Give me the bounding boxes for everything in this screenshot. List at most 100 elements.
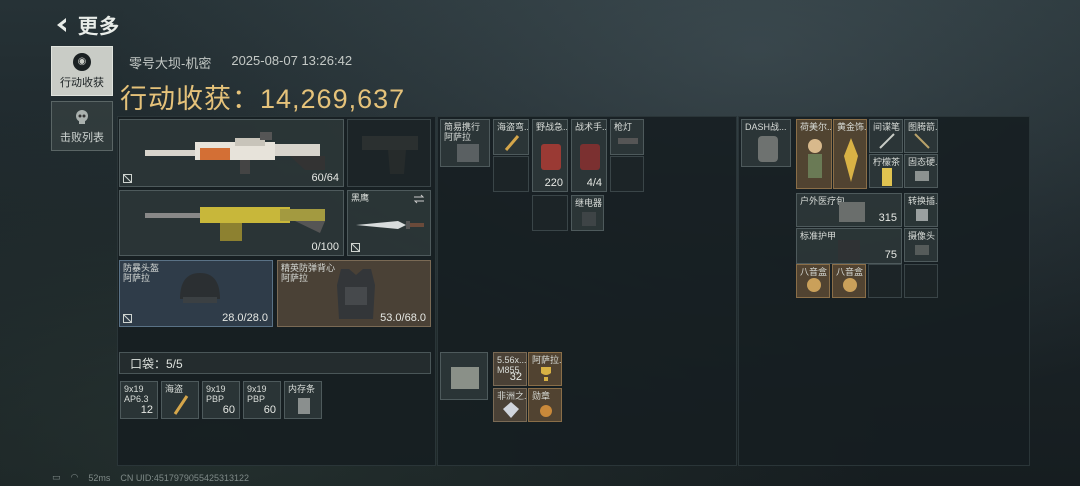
bp-item-5[interactable]: 柠檬茶 xyxy=(869,154,903,188)
swap-icon[interactable] xyxy=(413,194,425,204)
bp-item-10[interactable]: 摄像头 xyxy=(904,228,938,262)
belt-item-2[interactable]: 阿萨拉... xyxy=(528,352,562,386)
lock-corner-icon xyxy=(123,314,132,323)
backpack-slot[interactable]: DASH战... xyxy=(741,119,791,167)
rig-empty-3[interactable] xyxy=(532,195,568,231)
item-name: 5.56x... xyxy=(497,355,527,365)
bp-empty-2[interactable] xyxy=(904,264,938,298)
harvest-total: 行动收获：14,269,637 xyxy=(120,77,405,116)
page-title: 更多 xyxy=(78,16,120,38)
gold-ornament-icon xyxy=(844,138,858,182)
bp-item-3[interactable]: 间谍笔 xyxy=(869,119,903,153)
relay-icon xyxy=(582,212,596,226)
melee-slot[interactable]: 黑鹰 xyxy=(347,190,431,256)
pistol-icon xyxy=(362,136,418,174)
rig-item-5[interactable]: 继电器 xyxy=(571,195,604,231)
music-box-icon xyxy=(807,278,821,292)
chest-rig-slot[interactable]: 简易携行 阿萨拉 xyxy=(440,119,490,167)
item-count: 12 xyxy=(140,404,153,416)
item-name: 阿萨拉... xyxy=(532,355,562,365)
medal-icon xyxy=(540,405,552,417)
rig-item-2[interactable]: 野战急... 220 xyxy=(532,119,568,192)
rig-empty-1[interactable] xyxy=(493,156,529,192)
pistol-slot[interactable] xyxy=(347,119,431,187)
knife-icon xyxy=(356,221,424,229)
pocket-item-5[interactable]: 内存条 xyxy=(284,381,322,419)
rig-sub: 阿萨拉 xyxy=(444,132,472,142)
belt-item-3[interactable]: 非洲之... xyxy=(493,388,527,422)
item-name: 转换插... xyxy=(908,196,938,206)
pocket-item-3[interactable]: 9x19 PBP 60 xyxy=(202,381,240,419)
music-box-icon xyxy=(843,278,857,292)
rig-item-1[interactable]: 海盗弯... xyxy=(493,119,529,155)
item-name: 9x19 xyxy=(206,384,226,394)
item-name: 海盗 xyxy=(165,384,184,394)
ping-text: 52ms xyxy=(88,472,111,483)
blade-icon xyxy=(504,135,520,151)
bp-item-2[interactable]: 黄金饰... xyxy=(833,119,867,189)
helmet-icon xyxy=(180,273,220,303)
primary-weapon-slot-2[interactable]: 0/100 xyxy=(119,190,344,256)
match-meta: 零号大坝-机密 2025-08-07 13:26:42 xyxy=(129,53,352,72)
rig-icon xyxy=(457,144,479,162)
bp-item-11[interactable]: 八音盒 xyxy=(796,264,830,298)
diamond-icon xyxy=(503,402,519,418)
rig-item-4[interactable]: 枪灯 xyxy=(610,119,644,155)
secure-case-slot[interactable] xyxy=(440,352,488,400)
item-name: 战术手... xyxy=(575,122,607,132)
vest-slot[interactable]: 精英防弹背心 阿萨拉 53.0/68.0 xyxy=(277,260,431,327)
ammo-count: 60/64 xyxy=(311,172,339,184)
pocket-item-1[interactable]: 9x19 AP6.3 12 xyxy=(120,381,158,419)
bp-item-1[interactable]: 荷美尔... xyxy=(796,119,832,189)
back-arrow-icon[interactable] xyxy=(52,15,72,35)
kit-icon xyxy=(580,144,600,170)
primary-weapon-slot-1[interactable]: 60/64 xyxy=(119,119,344,187)
bp-empty-1[interactable] xyxy=(868,264,902,298)
pocket-item-2[interactable]: 海盗 xyxy=(161,381,199,419)
helmet-slot[interactable]: 防暴头盔 阿萨拉 28.0/28.0 xyxy=(119,260,273,327)
item-name: 标准护甲 xyxy=(800,231,837,241)
bp-item-7[interactable]: 户外医疗包 315 xyxy=(796,193,902,227)
rig-empty-2[interactable] xyxy=(610,156,644,192)
belt-item-4[interactable]: 勋章 xyxy=(528,388,562,422)
item-name: 野战急... xyxy=(536,122,568,132)
figurine-icon xyxy=(808,139,822,178)
tab-action-harvest[interactable]: ◉ 行动收获 xyxy=(51,46,113,96)
rig-item-3[interactable]: 战术手... 4/4 xyxy=(571,119,607,192)
item-name: 9x19 xyxy=(247,384,267,394)
can-icon xyxy=(882,168,892,186)
item-count: 220 xyxy=(544,177,563,189)
item-name: 继电器 xyxy=(575,198,603,208)
belt-item-1[interactable]: 5.56x... M855 32 xyxy=(493,352,527,386)
backpack-name: DASH战... xyxy=(745,122,787,132)
item-count: 60 xyxy=(263,404,276,416)
bp-item-8[interactable]: 转换插... xyxy=(904,193,938,227)
flashlight-icon xyxy=(618,138,638,144)
bp-item-12[interactable]: 八音盒 xyxy=(832,264,866,298)
item-count: 32 xyxy=(509,371,522,383)
item-count: 75 xyxy=(884,249,897,261)
bp-item-6[interactable]: 固态硬... xyxy=(904,154,938,188)
tab-kill-list[interactable]: 击败列表 xyxy=(51,101,113,151)
target-icon: ◉ xyxy=(73,52,91,71)
ammo-count: 0/100 xyxy=(311,241,339,253)
memory-stick-icon xyxy=(298,398,310,414)
item-name: 非洲之... xyxy=(497,391,527,401)
medkit-icon xyxy=(541,144,561,170)
tab-label: 击败列表 xyxy=(60,131,104,144)
item-count: 315 xyxy=(878,212,897,224)
totem-arrow-icon xyxy=(914,133,930,149)
vest-name: 精英防弹背心 xyxy=(281,263,336,273)
camera-icon xyxy=(915,245,929,255)
item-count: 60 xyxy=(222,404,235,416)
lock-corner-icon xyxy=(123,174,132,183)
pen-icon xyxy=(879,133,895,149)
pocket-item-4[interactable]: 9x19 PBP 60 xyxy=(243,381,281,419)
item-name: 黄金饰... xyxy=(837,122,867,132)
item-sub: PBP xyxy=(206,394,225,404)
item-name: 间谍笔 xyxy=(873,122,901,132)
bp-item-4[interactable]: 图腾箭... xyxy=(904,119,938,153)
bp-item-9[interactable]: 标准护甲 75 xyxy=(796,228,902,264)
item-name: 图腾箭... xyxy=(908,122,938,132)
armor-plate-icon xyxy=(838,240,860,260)
